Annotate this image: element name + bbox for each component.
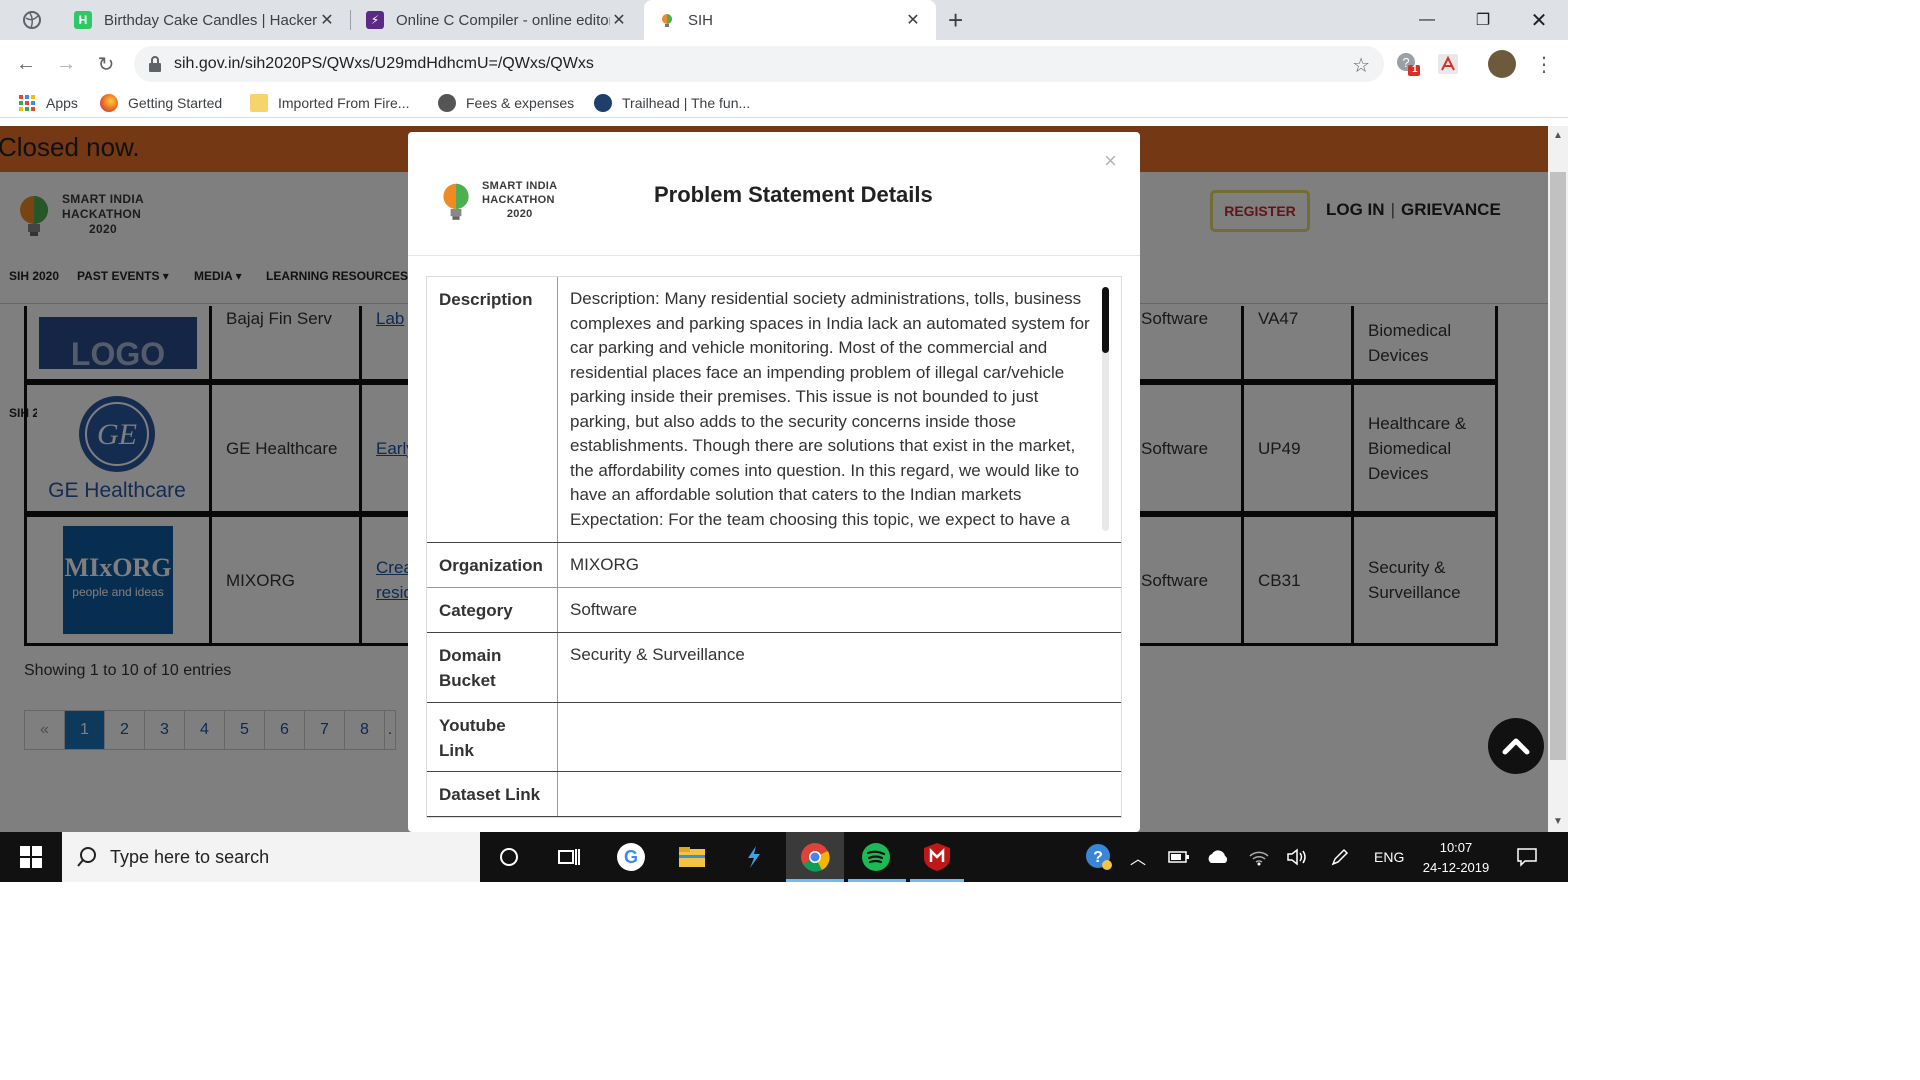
svg-text:?: ? — [1093, 849, 1103, 866]
bulb-logo-icon — [443, 183, 469, 220]
svg-text:G: G — [624, 847, 638, 867]
row-description: Description Description: Many residentia… — [427, 277, 1121, 543]
tab-hackerrank[interactable]: H Birthday Cake Candles | HackerRa ✕ — [60, 0, 350, 40]
firefox-icon — [100, 94, 118, 112]
taskbar-clock[interactable]: 10:07 24-12-2019 — [1412, 838, 1500, 878]
cortana-icon[interactable] — [494, 842, 524, 872]
task-view-icon[interactable] — [554, 842, 584, 872]
modal-title: Problem Statement Details — [654, 182, 933, 207]
taskbar-search-placeholder: Type here to search — [110, 846, 270, 867]
extension-help-icon[interactable]: ? 1 — [1396, 52, 1420, 76]
page-content: Closed now. SMART INDIA HACKATHON 2020 R… — [0, 126, 1548, 832]
scroll-to-top-button[interactable] — [1488, 718, 1544, 774]
lock-icon — [149, 56, 161, 72]
pen-icon[interactable] — [1330, 832, 1350, 882]
show-hidden-icons-icon[interactable]: ︿ — [1130, 832, 1146, 882]
chrome-icon[interactable] — [800, 842, 830, 872]
organization-value: MIXORG — [570, 555, 639, 574]
bookmark-trailhead[interactable]: Trailhead | The fun... — [594, 92, 750, 114]
modal-header: SMART INDIA HACKATHON 2020 Problem State… — [408, 132, 1140, 256]
restore-icon[interactable]: ❐ — [1460, 0, 1506, 40]
page-scroll-thumb[interactable] — [1550, 172, 1566, 760]
bookmark-imported-folder[interactable]: Imported From Fire... — [250, 92, 409, 114]
minimize-icon[interactable]: — — [1404, 0, 1450, 40]
onedrive-icon[interactable] — [1206, 832, 1230, 882]
sih-bulb-icon — [658, 11, 676, 29]
back-icon[interactable]: ← — [12, 50, 40, 78]
profile-avatar[interactable] — [1488, 50, 1516, 78]
mcafee-icon[interactable] — [922, 842, 952, 872]
modal-sih-logo: SMART INDIA HACKATHON 2020 — [438, 176, 557, 224]
description-text: Description: Many residential society ad… — [570, 289, 1090, 529]
youtube-value[interactable] — [558, 703, 1121, 771]
menu-kebab-icon[interactable]: ⋮ — [1532, 52, 1556, 76]
extension-badge: 1 — [1412, 64, 1418, 75]
close-icon[interactable]: × — [1104, 148, 1117, 174]
problem-statement-modal: SMART INDIA HACKATHON 2020 Problem State… — [408, 132, 1140, 832]
apps-grid-icon — [19, 95, 35, 111]
bookmark-apps[interactable]: Apps — [18, 92, 78, 114]
browser-toolbar: ← → ↻ sih.gov.in/sih2020PS/QWxs/U29mdHdh… — [0, 40, 1568, 88]
description-scroll-area[interactable]: Description: Many residential society ad… — [558, 277, 1121, 541]
dataset-value[interactable] — [558, 772, 1121, 816]
globe-icon — [438, 94, 456, 112]
bookmark-fees[interactable]: Fees & expenses — [438, 92, 574, 114]
tab-strip: H Birthday Cake Candles | HackerRa ✕ ⚡ O… — [0, 0, 1568, 40]
row-dataset-link: Dataset Link — [427, 772, 1121, 817]
windows-start-icon[interactable] — [16, 842, 46, 872]
row-domain-bucket: Domain Bucket Security & Surveillance — [427, 633, 1121, 703]
onlinegdb-icon: ⚡ — [366, 11, 384, 29]
taskbar-search-box[interactable]: Type here to search — [62, 832, 480, 882]
volume-icon[interactable] — [1286, 832, 1308, 882]
pdf-extension-icon[interactable] — [1436, 52, 1460, 76]
battery-icon[interactable] — [1168, 832, 1190, 882]
row-organization: Organization MIXORG — [427, 543, 1121, 588]
close-tab-icon[interactable]: ✕ — [904, 10, 922, 30]
action-center-icon[interactable] — [1516, 832, 1538, 882]
close-window-icon[interactable]: ✕ — [1516, 0, 1562, 40]
url-text: sih.gov.in/sih2020PS/QWxs/U29mdHdhcmU=/Q… — [174, 55, 594, 72]
wifi-icon[interactable] — [1248, 832, 1270, 882]
bookmark-getting-started[interactable]: Getting Started — [100, 92, 222, 114]
domain-value: Security & Surveillance — [570, 645, 745, 664]
scroll-down-arrow-icon[interactable]: ▼ — [1553, 816, 1563, 827]
file-explorer-icon[interactable] — [677, 842, 707, 872]
details-table: Description Description: Many residentia… — [426, 276, 1122, 818]
tab-online-compiler[interactable]: ⚡ Online C Compiler - online editor ✕ — [352, 0, 642, 40]
page-scrollbar[interactable]: ▲ ▼ — [1548, 126, 1568, 832]
windows-taskbar: Type here to search G ? ︿ ENG 10:07 24-1… — [0, 832, 1568, 882]
forward-icon[interactable]: → — [52, 50, 80, 78]
language-indicator[interactable]: ENG — [1374, 832, 1404, 882]
folder-icon — [250, 94, 268, 112]
row-youtube-link: Youtube Link — [427, 703, 1121, 772]
search-icon — [77, 847, 96, 867]
new-tab-button[interactable]: + — [948, 0, 978, 40]
reload-icon[interactable]: ↻ — [92, 50, 120, 78]
spotify-icon[interactable] — [861, 842, 891, 872]
google-icon[interactable]: G — [616, 842, 646, 872]
close-tab-icon[interactable]: ✕ — [318, 10, 336, 30]
bookmark-star-icon[interactable]: ☆ — [1352, 53, 1370, 78]
row-category: Category Software — [427, 588, 1121, 633]
category-value: Software — [570, 600, 638, 619]
help-tray-icon[interactable]: ? — [1084, 842, 1114, 872]
scroll-up-arrow-icon[interactable]: ▲ — [1553, 130, 1563, 141]
bookmarks-bar: Apps Getting Started Imported From Fire.… — [0, 88, 1568, 118]
description-scrollbar[interactable] — [1102, 287, 1109, 531]
globe-icon[interactable] — [22, 0, 46, 40]
hackerrank-icon: H — [74, 11, 92, 29]
visual-studio-code-icon[interactable] — [738, 842, 768, 872]
tab-sih[interactable]: SIH ✕ — [644, 0, 936, 40]
trailhead-icon — [594, 94, 612, 112]
address-bar[interactable]: sih.gov.in/sih2020PS/QWxs/U29mdHdhcmU=/Q… — [134, 46, 1384, 82]
close-tab-icon[interactable]: ✕ — [610, 10, 628, 30]
chevron-up-icon — [1502, 738, 1530, 755]
